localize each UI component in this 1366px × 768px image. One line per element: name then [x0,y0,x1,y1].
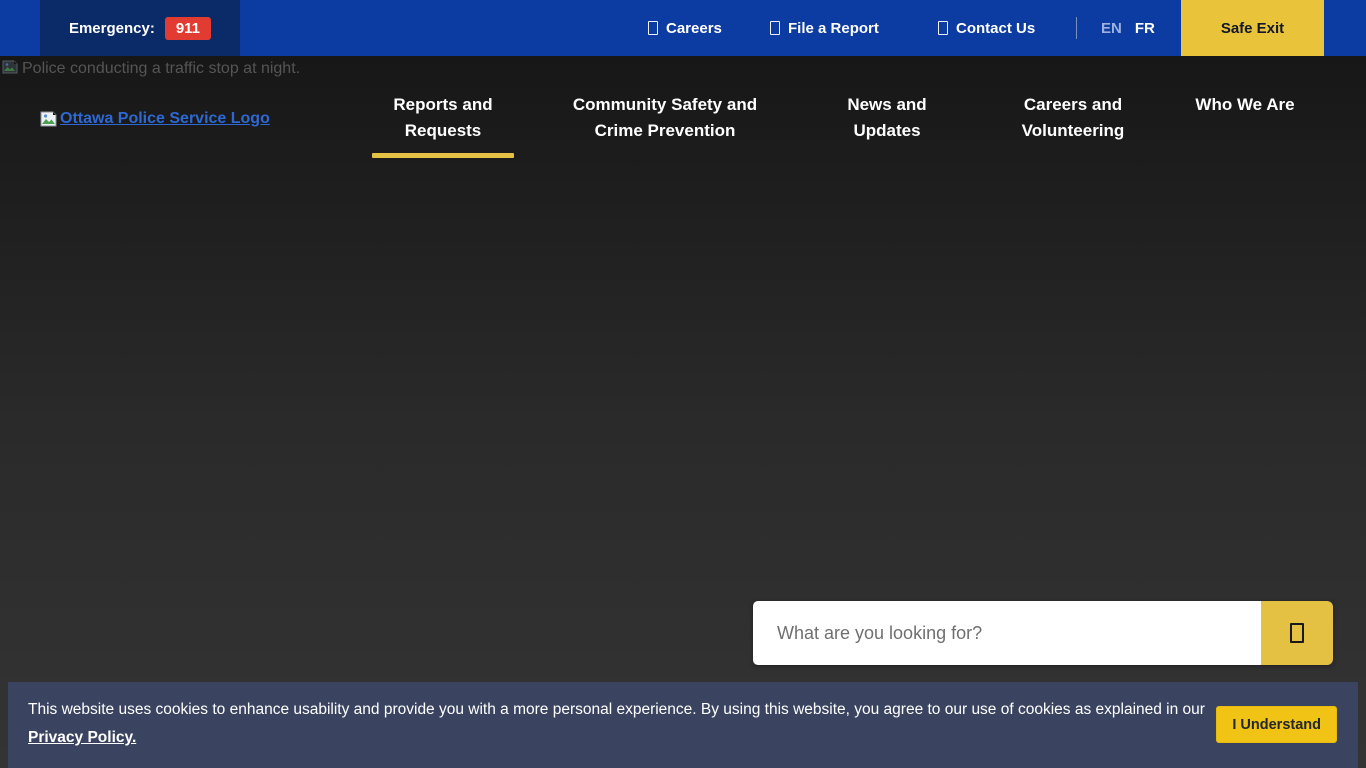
language-en-toggle[interactable]: EN [1101,20,1122,37]
contact-us-icon [938,21,948,35]
nav-item-reports-and-requests[interactable]: Reports and Requests [372,92,514,158]
emergency-panel: Emergency: 911 [40,0,240,56]
careers-link[interactable]: Careers [648,0,722,56]
nav-item-careers-and-volunteering[interactable]: Careers and Volunteering [997,92,1149,144]
safe-exit-button[interactable]: Safe Exit [1181,0,1324,56]
language-fr-toggle[interactable]: FR [1135,20,1155,37]
contact-us-link-label: Contact Us [956,20,1035,37]
utility-topbar: Emergency: 911 Careers File a Report Con… [0,0,1366,56]
search-icon [1290,623,1304,643]
ottawa-police-homepage: Emergency: 911 Careers File a Report Con… [0,0,1366,768]
language-switch: EN FR [1101,0,1155,56]
logo-alt-text: Ottawa Police Service Logo [60,110,270,128]
file-report-icon [770,21,780,35]
careers-icon [648,21,658,35]
hero-broken-image: Police conducting a traffic stop at nigh… [2,60,300,78]
emergency-label: Emergency: [69,20,155,37]
nav-item-who-we-are[interactable]: Who We Are [1180,92,1310,118]
emergency-911-badge[interactable]: 911 [165,17,211,40]
privacy-policy-link[interactable]: Privacy Policy. [28,729,136,746]
hero-image-alt-text: Police conducting a traffic stop at nigh… [22,60,300,78]
broken-image-icon [2,60,18,74]
search-input[interactable] [753,601,1261,665]
cookie-message-text: This website uses cookies to enhance usa… [28,701,1205,718]
cookie-accept-button[interactable]: I Understand [1216,706,1337,743]
language-divider [1076,17,1077,39]
cookie-message: This website uses cookies to enhance usa… [28,696,1218,752]
logo-home-link[interactable]: Ottawa Police Service Logo [40,110,270,128]
nav-item-community-safety[interactable]: Community Safety and Crime Prevention [559,92,771,144]
cookie-consent-banner: This website uses cookies to enhance usa… [8,682,1358,768]
file-a-report-link-label: File a Report [788,20,879,37]
file-a-report-link[interactable]: File a Report [770,0,879,56]
broken-logo-image-icon [40,111,57,127]
careers-link-label: Careers [666,20,722,37]
site-search-bar [753,601,1333,665]
contact-us-link[interactable]: Contact Us [938,0,1035,56]
nav-item-news-and-updates[interactable]: News and Updates [827,92,947,144]
search-submit-button[interactable] [1261,601,1333,665]
